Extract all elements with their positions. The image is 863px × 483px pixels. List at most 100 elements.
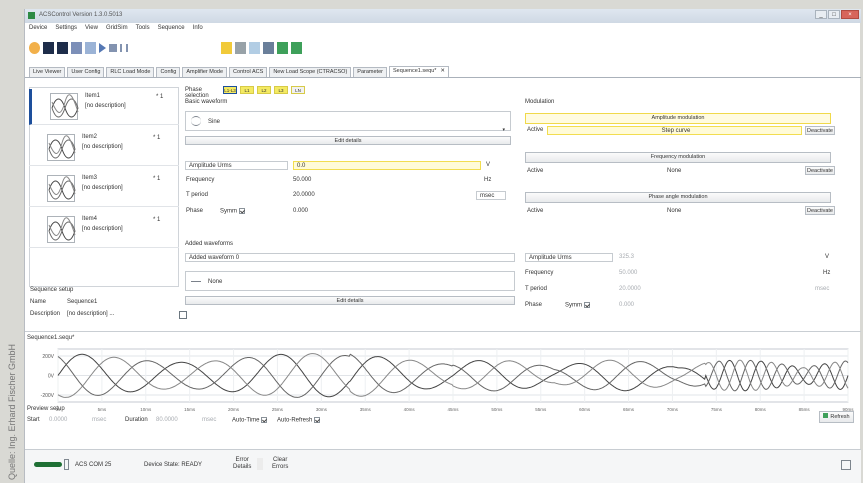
y-axis-label: -200V bbox=[41, 393, 55, 399]
tab-sequence1-sequ[interactable]: Sequence1.sequ* ✕ bbox=[388, 66, 450, 77]
clear-errors-button[interactable]: Clear Errors bbox=[272, 457, 288, 471]
basic-tperiod-unit-select[interactable]: msec bbox=[476, 191, 506, 200]
tab-rlc-load-mode[interactable]: RLC Load Mode bbox=[106, 67, 155, 77]
error-details-button[interactable]: Error Details bbox=[233, 457, 251, 471]
basic-amplitude-mode-select[interactable]: Amplitude Urms bbox=[185, 161, 288, 170]
save-icon[interactable] bbox=[43, 42, 54, 54]
tab-user-config[interactable]: User Config bbox=[67, 67, 105, 77]
refresh-button[interactable]: Refresh bbox=[819, 411, 854, 423]
minimize-button[interactable]: _ bbox=[815, 10, 827, 19]
frequency-active-label: Active bbox=[527, 168, 544, 174]
amplitude-deactivate-button[interactable]: Deactivate bbox=[805, 126, 835, 135]
tab-amplifier-mode[interactable]: Amplifier Mode bbox=[182, 67, 228, 77]
added-amplitude-mode-select[interactable]: Amplitude Urms bbox=[525, 253, 613, 262]
sequence-list-icon[interactable] bbox=[85, 42, 96, 54]
sequence-description-label: Description bbox=[30, 311, 61, 317]
basic-phase-value[interactable]: 0.000 bbox=[293, 208, 308, 214]
basic-amplitude-input[interactable]: 0.0 bbox=[293, 161, 481, 170]
play-icon[interactable] bbox=[99, 43, 106, 53]
sequence-item-description: [no description] bbox=[82, 144, 123, 150]
sequence-item-title: Item1 bbox=[85, 93, 101, 99]
added-amplitude-value[interactable]: 325.3 bbox=[619, 254, 634, 260]
none-wave-icon bbox=[191, 281, 201, 282]
amplitude-active-value[interactable]: Step curve bbox=[547, 126, 802, 135]
sequence-item[interactable]: Item1 [no description] * 1 bbox=[29, 89, 179, 125]
preview-duration-value[interactable]: 80.0000 bbox=[156, 417, 178, 423]
sequence-settings-icon[interactable] bbox=[71, 42, 82, 54]
ruler-icon[interactable] bbox=[235, 42, 246, 54]
auto-refresh-checkbox[interactable] bbox=[314, 417, 321, 423]
sequence-item[interactable]: Item3 [no description] * 1 bbox=[29, 171, 179, 207]
menu-item-view[interactable]: View bbox=[85, 25, 98, 36]
menu-item-settings[interactable]: Settings bbox=[55, 25, 77, 36]
download-icon[interactable] bbox=[277, 42, 288, 54]
toolbar bbox=[29, 37, 305, 59]
basic-edit-details-button[interactable]: Edit details bbox=[185, 136, 511, 145]
basic-frequency-value[interactable]: 50.000 bbox=[293, 177, 311, 183]
tab-live-viewer[interactable]: Live Viewer bbox=[29, 67, 66, 77]
save-as-icon[interactable] bbox=[57, 42, 68, 54]
added-waveform-selector[interactable]: Added waveform 0 bbox=[185, 253, 515, 262]
phase-button-ln[interactable]: LN bbox=[291, 86, 305, 94]
sequence-item-thumbnail-icon bbox=[47, 134, 76, 161]
frequency-deactivate-button[interactable]: Deactivate bbox=[805, 166, 835, 175]
basic-waveform-select[interactable]: Sine ▾ bbox=[185, 111, 511, 133]
close-window-button[interactable]: × bbox=[841, 10, 859, 19]
tool-pen-icon[interactable] bbox=[221, 42, 232, 54]
added-symmetry-label: Symm bbox=[565, 302, 590, 309]
amplitude-modulation-button[interactable]: Amplitude modulation bbox=[525, 113, 831, 124]
phase-button-l2[interactable]: L2 bbox=[257, 86, 271, 94]
sequence-setup-header: Sequence setup bbox=[30, 287, 74, 293]
phase-angle-modulation-button[interactable]: Phase angle modulation bbox=[525, 192, 831, 203]
menu-item-gridsim[interactable]: GridSim bbox=[106, 25, 128, 36]
tab-new-load-scope-ctracso[interactable]: New Load Scope (CTRACSO) bbox=[269, 67, 352, 77]
menu-item-tools[interactable]: Tools bbox=[136, 25, 150, 36]
auto-time-toggle[interactable]: Auto-Time bbox=[232, 417, 268, 424]
added-symmetry-checkbox[interactable] bbox=[584, 302, 590, 308]
auto-refresh-toggle[interactable]: Auto-Refresh bbox=[277, 417, 321, 424]
connection-cable-icon bbox=[34, 462, 62, 467]
power-icon[interactable] bbox=[29, 42, 40, 54]
calibration-icon[interactable] bbox=[263, 42, 274, 54]
pause-icon[interactable] bbox=[120, 44, 128, 52]
added-edit-details-button[interactable]: Edit details bbox=[185, 296, 515, 305]
phase-deactivate-button[interactable]: Deactivate bbox=[805, 206, 835, 215]
added-tperiod-value[interactable]: 20.0000 bbox=[619, 286, 641, 292]
sequence-item[interactable]: Item2 [no description] * 1 bbox=[29, 130, 179, 166]
phase-button-l3[interactable]: L3 bbox=[274, 86, 288, 94]
close-tab-icon[interactable]: ✕ bbox=[440, 68, 445, 74]
description-edit-icon[interactable] bbox=[179, 311, 187, 319]
basic-tperiod-value[interactable]: 20.0000 bbox=[293, 192, 315, 198]
menu-item-info[interactable]: Info bbox=[193, 25, 203, 36]
stop-icon[interactable] bbox=[109, 44, 117, 52]
phase-button-l1[interactable]: L1 bbox=[240, 86, 254, 94]
sequence-description-value[interactable]: [no description] ... bbox=[67, 311, 114, 317]
menu-item-device[interactable]: Device bbox=[29, 25, 47, 36]
sequence-item-title: Item4 bbox=[82, 216, 98, 222]
status-bar: ACS COM 25 Device State: READY Error Deta… bbox=[25, 449, 861, 483]
preview-start-value[interactable]: 0.0000 bbox=[49, 417, 67, 423]
chart-icon[interactable] bbox=[249, 42, 260, 54]
added-phase-label: Phase bbox=[525, 302, 543, 308]
upload-icon[interactable] bbox=[291, 42, 302, 54]
basic-symmetry-checkbox[interactable] bbox=[239, 208, 245, 214]
phase-button-l1-l3[interactable]: L1-L3 bbox=[223, 86, 237, 94]
basic-symmetry-label: Symm bbox=[220, 208, 245, 215]
added-waveform-select[interactable]: None bbox=[185, 271, 515, 291]
tab-parameter[interactable]: Parameter bbox=[353, 67, 387, 77]
auto-time-checkbox[interactable] bbox=[261, 417, 268, 423]
sequence-name-value[interactable]: Sequence1 bbox=[67, 299, 97, 305]
maximize-button[interactable]: □ bbox=[828, 10, 840, 19]
sequence-item-thumbnail-icon bbox=[47, 175, 76, 202]
sequence-item-description: [no description] bbox=[82, 185, 123, 191]
frequency-modulation-button[interactable]: Frequency modulation bbox=[525, 152, 831, 163]
tab-config[interactable]: Config bbox=[156, 67, 181, 77]
added-frequency-value[interactable]: 50.000 bbox=[619, 270, 637, 276]
sequence-item[interactable]: Item4 [no description] * 1 bbox=[29, 212, 179, 248]
tab-control-acs[interactable]: Control ACS bbox=[229, 67, 268, 77]
network-icon[interactable] bbox=[841, 460, 851, 470]
basic-frequency-label: Frequency bbox=[186, 177, 215, 183]
added-phase-value[interactable]: 0.000 bbox=[619, 302, 634, 308]
menu-item-sequence[interactable]: Sequence bbox=[158, 25, 185, 36]
side-credit-text: Quelle: Ing. Erhard Fischer GmbH bbox=[7, 343, 17, 480]
